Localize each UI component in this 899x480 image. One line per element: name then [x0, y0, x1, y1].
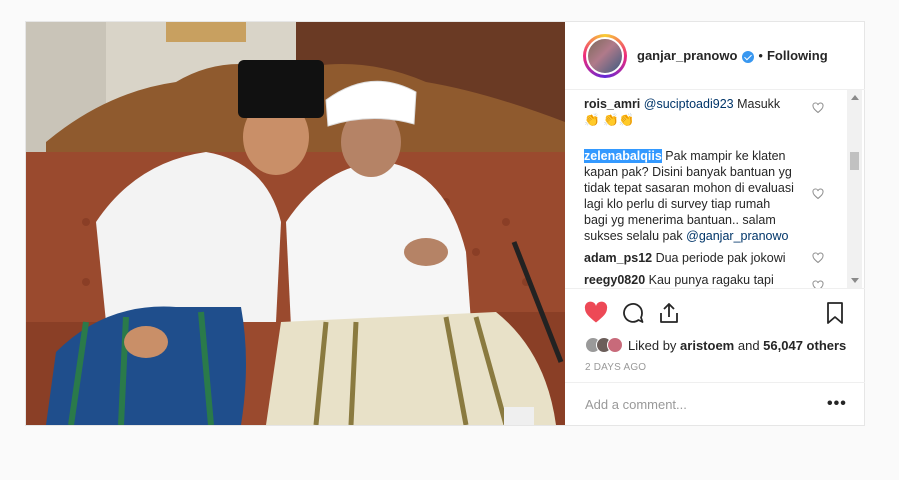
following-button[interactable]: Following	[767, 48, 828, 63]
comments-list[interactable]: rois_amri @suciptoadi923 Masukk 👏 👏👏 zel…	[565, 90, 865, 288]
likes-row: Liked by aristoem and 56,047 others	[585, 334, 846, 356]
comment-item: reegy0820 Kau punya ragaku tapi tidak HA…	[584, 272, 796, 288]
header-separator: •	[758, 48, 763, 63]
likes-count[interactable]: 56,047 others	[763, 338, 846, 353]
post-photo[interactable]	[26, 22, 565, 425]
header-username[interactable]: ganjar_pranowo	[637, 48, 737, 63]
scroll-thumb[interactable]	[850, 152, 859, 170]
likes-text: Liked by aristoem and 56,047 others	[628, 338, 846, 353]
share-icon[interactable]	[657, 301, 681, 325]
action-bar	[565, 288, 865, 334]
comment-username[interactable]: rois_amri	[584, 97, 640, 111]
more-options-icon[interactable]: •••	[827, 396, 847, 412]
comment-mention[interactable]: @suciptoadi923	[644, 97, 734, 111]
comment-like-icon[interactable]	[812, 252, 824, 264]
liker-username[interactable]: aristoem	[680, 338, 734, 353]
instagram-post: ganjar_pranowo • Following rois_amri @su…	[25, 21, 865, 426]
comment-item: zelenabalqiis Pak mampir ke klaten kapan…	[584, 148, 796, 244]
scroll-down-arrow[interactable]	[851, 278, 859, 283]
post-timestamp[interactable]: 2 DAYS AGO	[585, 362, 646, 373]
avatar[interactable]	[586, 36, 624, 75]
comment-username[interactable]: reegy0820	[584, 273, 645, 287]
story-ring[interactable]	[583, 33, 627, 78]
likes-prefix: Liked by	[628, 337, 681, 353]
comments-scrollbar[interactable]	[847, 90, 862, 288]
comment-text: Dua periode pak jokowi	[652, 251, 786, 265]
post-header: ganjar_pranowo • Following	[565, 22, 865, 90]
add-comment-input[interactable]	[585, 396, 795, 412]
comment-mention[interactable]: @ganjar_pranowo	[686, 229, 788, 243]
photo-illustration	[26, 22, 565, 425]
liker-avatar[interactable]	[607, 337, 623, 353]
comment-item: rois_amri @suciptoadi923 Masukk 👏 👏👏	[584, 96, 796, 128]
comment-username[interactable]: adam_ps12	[584, 251, 652, 265]
comment-like-icon[interactable]	[812, 280, 824, 288]
comment-username[interactable]: zelenabalqiis	[584, 149, 662, 163]
verified-icon	[742, 50, 755, 63]
post-side-panel: ganjar_pranowo • Following rois_amri @su…	[565, 22, 865, 425]
comment-like-icon[interactable]	[812, 102, 824, 114]
bookmark-icon[interactable]	[823, 301, 847, 325]
scroll-up-arrow[interactable]	[851, 95, 859, 100]
comment-icon[interactable]	[621, 301, 645, 325]
add-comment-bar: •••	[565, 382, 865, 425]
comment-like-icon[interactable]	[812, 188, 824, 200]
heart-icon[interactable]	[584, 301, 608, 325]
comment-item: adam_ps12 Dua periode pak jokowi	[584, 250, 796, 266]
likes-middle: and	[734, 337, 764, 353]
